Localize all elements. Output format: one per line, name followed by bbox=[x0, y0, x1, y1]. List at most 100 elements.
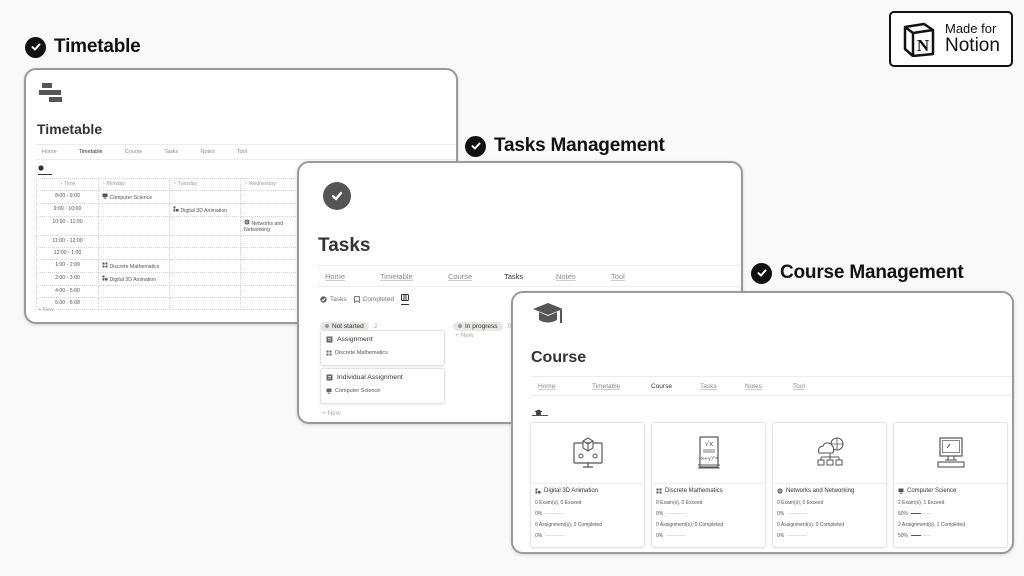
timetable-table: ◔ Time ◔ Monday ◔ Tuesday ◔ Wednesday 8:… bbox=[36, 178, 312, 310]
exam-summary: 0 Exam(s), 0 Exceed bbox=[777, 499, 824, 506]
cell-time[interactable]: 12:00 - 1:00 bbox=[36, 247, 99, 260]
course-card[interactable]: Networks and Networking 0 Exam(s), 0 Exce… bbox=[772, 422, 887, 548]
cell-tuesday[interactable] bbox=[169, 259, 241, 273]
cell-tuesday[interactable] bbox=[169, 235, 241, 248]
cell-tuesday[interactable] bbox=[169, 216, 241, 236]
nav-notes[interactable]: Notes bbox=[556, 272, 611, 281]
column-header-tuesday[interactable]: ◔ Tuesday bbox=[169, 178, 241, 191]
nav-timetable[interactable]: Timetable bbox=[79, 149, 103, 155]
table-row: 10:00 - 11:00 Networks and Networking bbox=[36, 216, 312, 236]
page-title: Timetable bbox=[37, 121, 103, 137]
course-link[interactable]: Discrete Mathematics bbox=[109, 264, 159, 270]
graduation-cap-icon bbox=[533, 303, 563, 323]
cell-tuesday[interactable] bbox=[169, 190, 241, 204]
nav-timetable[interactable]: Timetable bbox=[380, 272, 448, 281]
animation-icon bbox=[535, 488, 541, 494]
cell-tuesday[interactable]: Digital 3D Animation bbox=[169, 203, 241, 217]
cell-time[interactable]: 8:00 - 9:00 bbox=[36, 190, 99, 204]
nav-tool[interactable]: Tool bbox=[237, 149, 247, 155]
cell-time[interactable]: 9:00 - 10:00 bbox=[36, 203, 99, 217]
nav-home[interactable]: Home bbox=[325, 272, 380, 281]
table-row: 2:00 - 3:00 Digital 3D Animation bbox=[36, 272, 312, 286]
3d-animation-illustration-icon bbox=[572, 437, 603, 468]
course-link[interactable]: Digital 3D Animation bbox=[109, 277, 156, 283]
nav-home[interactable]: Home bbox=[42, 149, 57, 155]
check-circle-icon bbox=[25, 36, 46, 58]
assignment-progress: 0% bbox=[656, 532, 761, 539]
assignment-summary: 0 Assignment(s), 0 Completed bbox=[656, 521, 723, 528]
view-tab-board[interactable] bbox=[401, 294, 410, 305]
page-nav: Home Timetable Course Tasks Notes Tool bbox=[36, 144, 456, 160]
cell-monday[interactable] bbox=[98, 247, 170, 260]
nav-tool[interactable]: Tool bbox=[793, 383, 805, 390]
nav-timetable[interactable]: Timetable bbox=[592, 383, 651, 390]
course-link[interactable]: Digital 3D Animation bbox=[180, 208, 227, 214]
status-badge: In progress bbox=[453, 321, 503, 331]
computer-icon bbox=[102, 193, 108, 199]
heading-text: Timetable bbox=[54, 36, 141, 57]
view-tab-gallery[interactable] bbox=[532, 403, 548, 416]
task-card[interactable]: Individual Assignment Computer Science bbox=[320, 368, 445, 404]
nav-tasks[interactable]: Tasks bbox=[504, 272, 556, 281]
cell-tuesday[interactable] bbox=[169, 272, 241, 286]
nav-notes[interactable]: Notes bbox=[745, 383, 793, 390]
cell-time[interactable]: 10:00 - 11:00 bbox=[36, 216, 99, 236]
cell-monday[interactable]: Discrete Mathematics bbox=[98, 259, 170, 273]
progress-fill bbox=[911, 534, 922, 537]
clock-icon bbox=[38, 165, 44, 171]
course-link[interactable]: Networks and Networking bbox=[244, 221, 283, 233]
cell-time[interactable]: 2:00 - 3:00 bbox=[36, 272, 99, 286]
nav-course[interactable]: Course bbox=[651, 383, 700, 390]
computer-icon bbox=[898, 488, 904, 494]
computer-icon bbox=[326, 388, 332, 394]
table-row: 8:00 - 9:00 Computer Science bbox=[36, 190, 312, 204]
svg-text:√x: √x bbox=[704, 440, 713, 448]
cell-monday[interactable]: Computer Science bbox=[98, 190, 170, 204]
assignment-summary: 0 Assignment(s), 0 Completed bbox=[777, 521, 844, 528]
made-for-notion-badge: N Made for Notion bbox=[889, 11, 1013, 67]
course-card[interactable]: Computer Science 2 Exam(s), 1 Exceed 50% 2 … bbox=[893, 422, 1008, 548]
cell-tuesday[interactable] bbox=[169, 297, 241, 310]
assignment-progress-bar bbox=[787, 534, 808, 537]
check-circle-icon bbox=[320, 296, 327, 303]
cell-tuesday[interactable] bbox=[169, 247, 241, 260]
course-card[interactable]: Digital 3D Animation 0 Exam(s), 0 Exceed 0… bbox=[530, 422, 645, 548]
nav-home[interactable]: Home bbox=[538, 383, 592, 390]
new-task-button[interactable]: + New bbox=[455, 332, 474, 339]
task-card[interactable]: Assignment Discrete Mathematics bbox=[320, 330, 445, 366]
cell-monday[interactable]: Digital 3D Animation bbox=[98, 272, 170, 286]
cell-monday[interactable] bbox=[98, 297, 170, 310]
nav-course[interactable]: Course bbox=[125, 149, 143, 155]
cell-monday[interactable] bbox=[98, 235, 170, 248]
cell-tuesday[interactable] bbox=[169, 285, 241, 298]
cell-monday[interactable] bbox=[98, 285, 170, 298]
column-header-monday[interactable]: ◔ Monday bbox=[98, 178, 170, 191]
cell-time[interactable]: 4:00 - 5:00 bbox=[36, 285, 99, 298]
svg-text:N: N bbox=[917, 36, 930, 55]
course-card[interactable]: √x (x+y)²= Discrete Mathematics 0 Exam(s), … bbox=[651, 422, 766, 548]
exam-summary: 0 Exam(s), 0 Exceed bbox=[656, 499, 703, 506]
column-header-time[interactable]: ◔ Time bbox=[36, 178, 99, 191]
nav-tool[interactable]: Tool bbox=[611, 272, 625, 281]
new-task-button[interactable]: + New bbox=[322, 410, 341, 417]
view-tab-completed[interactable]: Completed bbox=[353, 296, 394, 303]
view-tab-table[interactable] bbox=[38, 165, 52, 175]
view-tab-tasks[interactable]: Tasks bbox=[320, 296, 347, 303]
cell-time[interactable]: 1:00 - 2:00 bbox=[36, 259, 99, 273]
course-name: Discrete Mathematics bbox=[656, 488, 761, 494]
nav-course[interactable]: Course bbox=[448, 272, 504, 281]
exam-progress-bar bbox=[911, 512, 932, 515]
nav-notes[interactable]: Notes bbox=[200, 149, 214, 155]
new-row-button[interactable]: + New bbox=[38, 307, 54, 313]
course-window: Course Home Timetable Course Tasks Notes… bbox=[511, 291, 1014, 554]
nav-tasks[interactable]: Tasks bbox=[700, 383, 745, 390]
course-link[interactable]: Computer Science bbox=[109, 195, 152, 201]
cell-monday[interactable] bbox=[98, 203, 170, 217]
cell-time[interactable]: 11:00 - 12:00 bbox=[36, 235, 99, 248]
badge-line2: Notion bbox=[945, 34, 1000, 56]
table-header-row: ◔ Time ◔ Monday ◔ Tuesday ◔ Wednesday bbox=[36, 178, 312, 191]
course-name: Networks and Networking bbox=[777, 488, 882, 494]
exam-progress: 0% bbox=[777, 510, 882, 517]
nav-tasks[interactable]: Tasks bbox=[164, 149, 178, 155]
cell-monday[interactable] bbox=[98, 216, 170, 236]
